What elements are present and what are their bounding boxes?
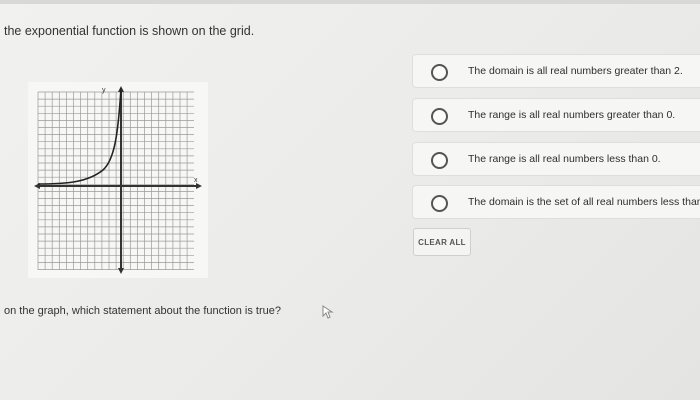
graph-grid bbox=[37, 91, 194, 270]
top-divider bbox=[0, 0, 700, 4]
answer-option-label: The range is all real numbers greater th… bbox=[468, 109, 676, 121]
answer-option-label: The domain is all real numbers greater t… bbox=[468, 65, 683, 77]
radio-button-3[interactable] bbox=[431, 152, 448, 169]
radio-button-1[interactable] bbox=[431, 64, 448, 81]
exponential-curve bbox=[37, 87, 122, 185]
radio-button-4[interactable] bbox=[431, 195, 448, 212]
answer-option-1[interactable]: The domain is all real numbers greater t… bbox=[412, 54, 700, 88]
clear-all-button[interactable]: CLEAR ALL bbox=[413, 228, 471, 256]
y-axis-label: y bbox=[102, 87, 106, 94]
answer-option-label: The domain is the set of all real number… bbox=[468, 196, 700, 208]
prompt-text: the exponential function is shown on the… bbox=[4, 24, 255, 38]
answer-option-3[interactable]: The range is all real numbers less than … bbox=[412, 142, 700, 176]
y-axis-arrow-bottom bbox=[118, 268, 124, 274]
answer-option-4[interactable]: The domain is the set of all real number… bbox=[412, 185, 700, 219]
function-graph: y x bbox=[28, 82, 208, 278]
x-axis-label: x bbox=[194, 177, 198, 184]
question-text: on the graph, which statement about the … bbox=[4, 305, 282, 317]
answer-option-label: The range is all real numbers less than … bbox=[468, 153, 661, 165]
mouse-cursor-icon bbox=[322, 305, 334, 324]
answer-option-2[interactable]: The range is all real numbers greater th… bbox=[412, 98, 700, 132]
radio-button-2[interactable] bbox=[431, 108, 448, 125]
